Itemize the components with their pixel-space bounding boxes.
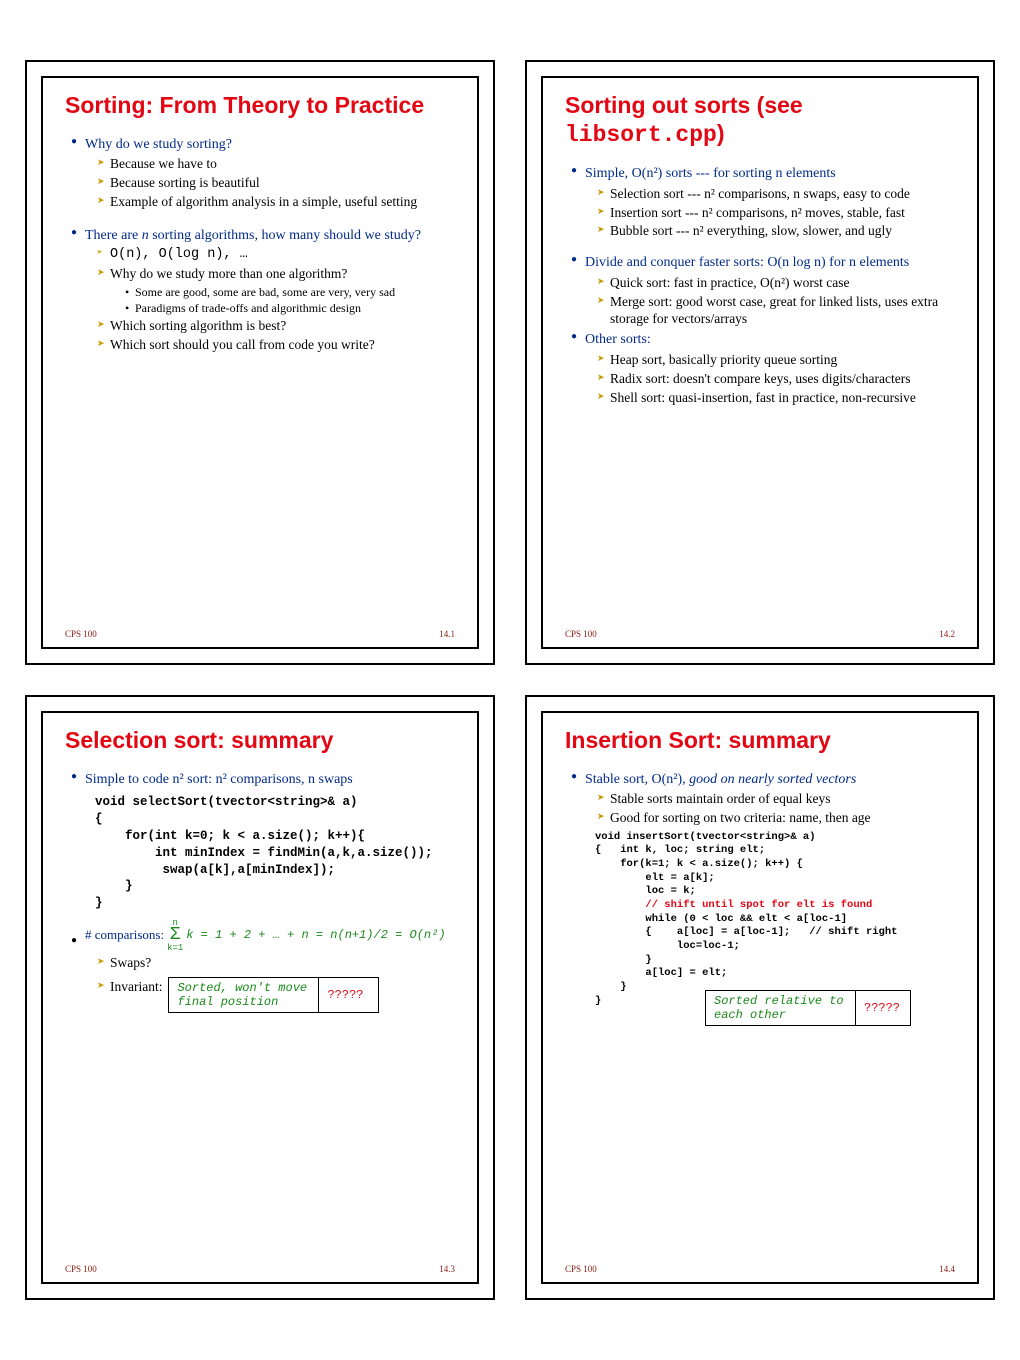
slide-footer: CPS 100 14.2: [565, 625, 955, 639]
sigma-bottom: k=1: [167, 943, 183, 953]
page-number: 14.4: [939, 1264, 955, 1274]
sub-bullet: Quick sort: fast in practice, O(n²) wors…: [597, 275, 955, 292]
code-comment: // shift until spot for elt is found: [595, 899, 955, 913]
slide-inner: Selection sort: summary Simple to code n…: [41, 711, 479, 1284]
slide-content: Simple, O(n²) sorts --- for sorting n el…: [565, 161, 955, 625]
invariant-table: Sorted, won't move final position ?????: [168, 977, 379, 1013]
bullet: Simple to code n² sort: n² comparisons, …: [71, 771, 455, 789]
text: ): [717, 120, 725, 146]
bullet: Divide and conquer faster sorts: O(n log…: [571, 254, 955, 272]
code-block: void selectSort(tvector<string>& a) { fo…: [95, 794, 455, 912]
bullet: Simple, O(n²) sorts --- for sorting n el…: [571, 165, 955, 183]
slide-title: Sorting: From Theory to Practice: [65, 92, 455, 120]
sub-bullet: Which sorting algorithm is best?: [97, 318, 455, 335]
slide-content: Why do we study sorting? Because we have…: [65, 132, 455, 625]
invariant-table: Sorted relative to each other ?????: [705, 990, 911, 1026]
course-label: CPS 100: [65, 629, 97, 639]
sub-bullet: Because we have to: [97, 156, 455, 173]
course-label: CPS 100: [565, 1264, 597, 1274]
sub-bullet: Example of algorithm analysis in a simpl…: [97, 194, 455, 211]
sub-bullet: Bubble sort --- n² everything, slow, slo…: [597, 223, 955, 240]
slide-inner: Sorting out sorts (see libsort.cpp) Simp…: [541, 76, 979, 649]
sub-bullet: Good for sorting on two criteria: name, …: [597, 810, 955, 827]
page-number: 14.3: [439, 1264, 455, 1274]
slide-inner: Sorting: From Theory to Practice Why do …: [41, 76, 479, 649]
sub-bullet: Swaps?: [97, 955, 455, 972]
sub2-bullet: Some are good, some are bad, some are ve…: [125, 285, 455, 300]
sub-bullet: Radix sort: doesn't compare keys, uses d…: [597, 371, 955, 388]
text: There are: [85, 228, 142, 243]
inv-cell-unknown: ?????: [319, 978, 379, 1013]
sub-bullet: Why do we study more than one algorithm?: [97, 266, 455, 283]
label: # comparisons:: [85, 927, 164, 943]
slide-1: Sorting: From Theory to Practice Why do …: [25, 60, 495, 665]
slide-content: Stable sort, O(n²), good on nearly sorte…: [565, 767, 955, 1260]
slide-3: Selection sort: summary Simple to code n…: [25, 695, 495, 1300]
slide-title: Selection sort: summary: [65, 727, 455, 755]
page-number: 14.1: [439, 629, 455, 639]
sub-bullet: Because sorting is beautiful: [97, 175, 455, 192]
slide-inner: Insertion Sort: summary Stable sort, O(n…: [541, 711, 979, 1284]
inv-cell-unknown: ?????: [856, 991, 911, 1026]
sub2-bullet: Paradigms of trade-offs and algorithmic …: [125, 301, 455, 316]
slide-footer: CPS 100 14.1: [65, 625, 455, 639]
text: sorting algorithms, how many should we s…: [149, 228, 421, 243]
slide-title: Insertion Sort: summary: [565, 727, 955, 755]
sub-bullet: Invariant:: [97, 979, 162, 996]
slide-4: Insertion Sort: summary Stable sort, O(n…: [525, 695, 995, 1300]
slide-2: Sorting out sorts (see libsort.cpp) Simp…: [525, 60, 995, 665]
course-label: CPS 100: [565, 629, 597, 639]
sub-bullet: O(n), O(log n), …: [97, 247, 455, 264]
inv-cell-sorted: Sorted, won't move final position: [169, 978, 319, 1013]
sub-bullet: Shell sort: quasi-insertion, fast in pra…: [597, 390, 955, 407]
bullet: Other sorts:: [571, 331, 955, 349]
sub-bullet: Selection sort --- n² comparisons, n swa…: [597, 186, 955, 203]
code-text: libsort.cpp: [565, 122, 717, 148]
bullet: Stable sort, O(n²), good on nearly sorte…: [571, 771, 955, 789]
sigma-symbol: Σ: [170, 928, 181, 942]
formula: k = 1 + 2 + … + n = n(n+1)/2 = O(n²): [186, 928, 445, 942]
text: good on nearly sorted vectors: [689, 772, 856, 787]
sub-bullet: Stable sorts maintain order of equal key…: [597, 791, 955, 808]
bullet: There are n sorting algorithms, how many…: [71, 227, 455, 245]
slide-content: Simple to code n² sort: n² comparisons, …: [65, 767, 455, 1260]
text: Stable sort, O(n²),: [585, 772, 689, 787]
sub-bullet: Merge sort: good worst case, great for l…: [597, 294, 955, 328]
inv-cell-sorted: Sorted relative to each other: [706, 991, 856, 1026]
sigma-icon: n Σ k=1: [167, 918, 183, 952]
text: Sorting out sorts (see: [565, 92, 803, 118]
slide-title: Sorting out sorts (see libsort.cpp): [565, 92, 955, 149]
bullet: Why do we study sorting?: [71, 136, 455, 154]
course-label: CPS 100: [65, 1264, 97, 1274]
slide-footer: CPS 100 14.3: [65, 1260, 455, 1274]
sub-bullet: Insertion sort --- n² comparisons, n² mo…: [597, 205, 955, 222]
comparisons-line: ● # comparisons: n Σ k=1 k = 1 + 2 + … +…: [71, 918, 455, 952]
code-block: void insertSort(tvector<string>& a) { in…: [595, 831, 955, 899]
sub-bullet: Heap sort, basically priority queue sort…: [597, 352, 955, 369]
page-number: 14.2: [939, 629, 955, 639]
slide-footer: CPS 100 14.4: [565, 1260, 955, 1274]
text: n: [142, 228, 149, 243]
sub-bullet: Which sort should you call from code you…: [97, 337, 455, 354]
